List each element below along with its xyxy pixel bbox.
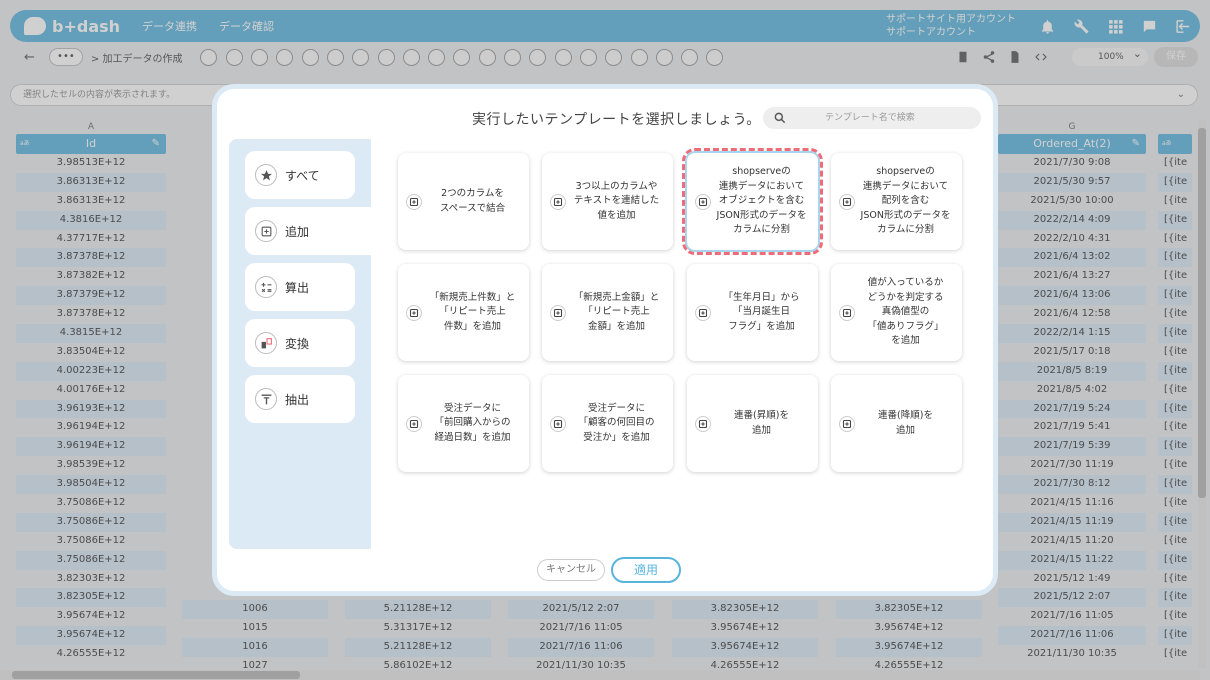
template-card-label: 「生年月日」から 「当月誕生日 フラグ」を追加	[723, 291, 800, 332]
template-card-grid: 2つのカラムを スペースで結合 3つ以上のカラムや テキストを連結した 値を追加 s…	[371, 139, 985, 549]
plus-icon	[406, 415, 422, 432]
tab-calculate[interactable]: 算出	[245, 263, 355, 311]
apply-button[interactable]: 適用	[611, 557, 681, 583]
tab-convert[interactable]: 変換	[245, 319, 355, 367]
template-card[interactable]: 受注データに 「前回購入からの 経過日数」を追加	[398, 375, 529, 472]
template-card-label: 「新規売上金額」と 「リピート売上 金額」を追加	[573, 291, 660, 332]
plus-icon	[839, 304, 855, 321]
star-icon	[255, 164, 277, 186]
template-card[interactable]: 「新規売上件数」と 「リピート売上 件数」を追加	[398, 264, 529, 361]
plus-icon	[695, 304, 711, 321]
tab-extract[interactable]: 抽出	[245, 375, 355, 423]
template-card-label: 2つのカラムを スペースで結合	[439, 188, 506, 214]
plus-icon	[550, 304, 566, 321]
convert-icon	[255, 332, 277, 354]
template-card-label: 3つ以上のカラムや テキストを連結した 値を追加	[573, 180, 660, 221]
tab-add[interactable]: 追加	[245, 207, 371, 255]
template-card[interactable]: 「生年月日」から 「当月誕生日 フラグ」を追加	[687, 264, 818, 361]
plus-icon	[695, 193, 711, 210]
template-card-label: 連番(降順)を 追加	[878, 410, 933, 436]
tab-all[interactable]: すべて	[245, 151, 355, 199]
template-card-label: 連番(昇順)を 追加	[734, 410, 789, 436]
template-card[interactable]: 2つのカラムを スペースで結合	[398, 153, 529, 250]
category-tabs: すべて 追加 算出 変換 抽出	[245, 151, 371, 431]
filter-icon	[255, 388, 277, 410]
template-card[interactable]: shopserveの 連携データにおいて オブジェクトを含む JSON形式のデー…	[682, 148, 823, 255]
calculator-icon	[255, 276, 277, 298]
template-card[interactable]: 受注データに 「顧客の何回目の 受注か」を追加	[542, 375, 673, 472]
plus-icon	[406, 193, 422, 210]
plus-icon	[839, 193, 855, 210]
template-card-label: 「新規売上件数」と 「リピート売上 件数」を追加	[429, 291, 516, 332]
template-card[interactable]: shopserveの 連携データにおいて 配列を含む JSON形式のデータを カ…	[831, 153, 962, 250]
template-card[interactable]: 連番(昇順)を 追加	[687, 375, 818, 472]
plus-icon	[550, 415, 566, 432]
template-card-label: 受注データに 「顧客の何回目の 受注か」を追加	[578, 402, 655, 443]
template-card[interactable]: 連番(降順)を 追加	[831, 375, 962, 472]
cancel-button[interactable]: キャンセル	[537, 559, 605, 581]
plus-icon	[406, 304, 422, 321]
template-card-label: 受注データに 「前回購入からの 経過日数」を追加	[434, 402, 511, 443]
template-modal: 実行したいテンプレートを選択しましょう。 テンプレート名で検索 すべて 追加 算…	[212, 84, 998, 596]
template-card-label: shopserveの 連携データにおいて オブジェクトを含む JSON形式のデー…	[716, 166, 807, 236]
template-card-label: shopserveの 連携データにおいて 配列を含む JSON形式のデータを カ…	[860, 166, 951, 236]
template-card[interactable]: 3つ以上のカラムや テキストを連結した 値を追加	[542, 153, 673, 250]
plus-square-icon	[255, 220, 277, 242]
template-panel: すべて 追加 算出 変換 抽出 2つのカラムを スペースで結合 3つ以上のカラムや…	[229, 139, 985, 549]
modal-title: 実行したいテンプレートを選択しましょう。	[472, 112, 761, 128]
template-search-input[interactable]: テンプレート名で検索	[763, 107, 981, 129]
plus-icon	[550, 193, 566, 210]
search-icon	[774, 112, 786, 124]
plus-icon	[695, 415, 711, 432]
plus-icon	[839, 415, 855, 432]
template-card[interactable]: 「新規売上金額」と 「リピート売上 金額」を追加	[542, 264, 673, 361]
template-card[interactable]: 値が入っているか どうかを判定する 真偽値型の 「値ありフラグ」 を追加	[831, 264, 962, 361]
template-card-label: 値が入っているか どうかを判定する 真偽値型の 「値ありフラグ」 を追加	[867, 277, 944, 347]
